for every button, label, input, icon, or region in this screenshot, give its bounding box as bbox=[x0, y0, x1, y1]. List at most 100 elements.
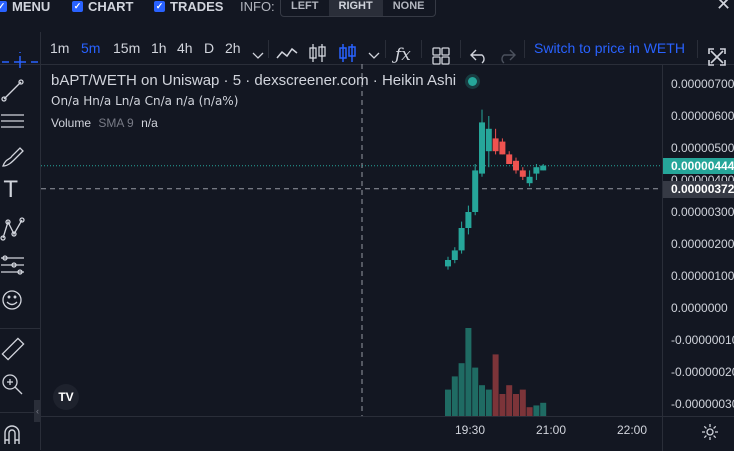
horizontal-lines-icon[interactable] bbox=[0, 108, 26, 134]
interval-4h[interactable]: 4h bbox=[177, 32, 193, 64]
volume-sma-label: SMA 9 bbox=[98, 116, 134, 130]
info-right-option[interactable]: RIGHT bbox=[328, 0, 383, 16]
menu-label: MENU bbox=[12, 0, 51, 14]
chart-legend-title: bAPT/WETH on Uniswap · 5 · dexscreener.c… bbox=[51, 72, 478, 89]
trend-line-icon[interactable] bbox=[0, 78, 26, 104]
candle-body bbox=[499, 141, 506, 155]
price-tick: -0.0000001000 bbox=[671, 333, 734, 347]
candle-body bbox=[458, 228, 465, 251]
chart-checkbox-icon[interactable]: ✓ bbox=[72, 1, 83, 12]
volume-bar bbox=[499, 394, 506, 416]
candle-body bbox=[526, 176, 533, 184]
trades-label: TRADES bbox=[170, 0, 224, 14]
time-tick: 19:30 bbox=[455, 423, 486, 437]
trades-checkbox-icon[interactable]: ✓ bbox=[154, 1, 165, 12]
volume-bar bbox=[540, 402, 547, 416]
ohlc-values: On/a Hn/a Ln/a Cn/a n/a (n/a%) bbox=[51, 94, 239, 108]
candle-body bbox=[472, 170, 479, 212]
candle-body bbox=[479, 122, 485, 174]
volume-bar bbox=[465, 328, 472, 416]
chart-settings-corner bbox=[662, 416, 734, 451]
chart-pane[interactable]: bAPT/WETH on Uniswap · 5 · dexscreener.c… bbox=[41, 64, 662, 416]
settings-gear-icon[interactable] bbox=[701, 423, 719, 441]
candle-body bbox=[445, 260, 451, 267]
pattern-icon[interactable] bbox=[0, 216, 26, 242]
brush-icon[interactable] bbox=[0, 144, 26, 170]
divider bbox=[385, 40, 386, 58]
volume-bar bbox=[472, 367, 479, 416]
candle-body bbox=[492, 138, 499, 152]
trades-toggle[interactable]: ✓ TRADES bbox=[154, 0, 223, 14]
tradingview-logo: TV bbox=[53, 384, 79, 410]
chart-label: CHART bbox=[88, 0, 134, 14]
interval-15m[interactable]: 15m bbox=[113, 32, 140, 64]
divider bbox=[0, 328, 40, 329]
text-tool-icon[interactable]: T bbox=[4, 178, 30, 204]
volume-label: Volume bbox=[51, 116, 92, 130]
layout-grid-icon[interactable] bbox=[432, 47, 450, 65]
interval-5m[interactable]: 5m bbox=[81, 32, 100, 64]
info-label: INFO: bbox=[240, 0, 275, 14]
current-price-label: 0.000004447 bbox=[663, 158, 734, 174]
chart-toolbar: 1m 5m 15m 1h 4h D 2h ƒx Switch to price … bbox=[0, 16, 734, 80]
divider bbox=[421, 40, 422, 58]
emoji-icon[interactable] bbox=[0, 288, 26, 314]
price-tick: 0.000005000 bbox=[671, 141, 734, 155]
time-axis[interactable]: 19:30 21:00 22:00 bbox=[41, 416, 662, 451]
volume-value: n/a bbox=[141, 116, 158, 130]
volume-bar bbox=[485, 389, 492, 416]
ruler-icon[interactable] bbox=[0, 336, 26, 362]
top-bar: ✓ MENU ✓ CHART ✓ TRADES INFO: LEFT RIGHT… bbox=[0, 0, 734, 17]
menu-toggle[interactable]: ✓ MENU bbox=[0, 0, 50, 14]
volume-bar bbox=[479, 385, 485, 416]
volume-bar bbox=[492, 354, 499, 416]
switch-to-weth-button[interactable]: Switch to price in WETH bbox=[534, 32, 685, 64]
info-left-option[interactable]: LEFT bbox=[281, 0, 329, 16]
volume-bar bbox=[445, 389, 451, 416]
undo-icon[interactable] bbox=[470, 48, 488, 64]
price-tick: 0.000007000 bbox=[671, 77, 734, 91]
price-tick: 0.000001000 bbox=[671, 269, 734, 283]
divider bbox=[460, 40, 461, 58]
line-chart-icon[interactable] bbox=[276, 44, 298, 64]
indicators-icon[interactable]: ƒx bbox=[395, 45, 411, 65]
heikin-ashi-icon[interactable] bbox=[338, 42, 358, 66]
divider bbox=[524, 40, 525, 58]
price-tick: 0.000002000 bbox=[671, 237, 734, 251]
zoom-in-icon[interactable] bbox=[0, 372, 26, 398]
interval-D[interactable]: D bbox=[204, 32, 214, 64]
candle-body bbox=[540, 165, 547, 171]
time-tick: 22:00 bbox=[617, 423, 648, 437]
chart-toggle[interactable]: ✓ CHART bbox=[72, 0, 134, 14]
volume-bar bbox=[533, 405, 540, 416]
divider bbox=[268, 40, 269, 58]
magnet-icon[interactable] bbox=[0, 422, 26, 448]
interval-1m[interactable]: 1m bbox=[50, 32, 69, 64]
price-tick: 0.0000000 bbox=[671, 301, 728, 315]
candles-icon[interactable] bbox=[308, 42, 328, 66]
interval-1h[interactable]: 1h bbox=[151, 32, 167, 64]
volume-bar bbox=[458, 363, 465, 416]
price-tick: -0.0000002000 bbox=[671, 365, 734, 379]
volume-bar bbox=[519, 389, 526, 416]
interval-chevron-down-icon[interactable] bbox=[252, 52, 264, 60]
drawing-tools-panel: T ‹ bbox=[0, 64, 41, 450]
info-none-option[interactable]: NONE bbox=[383, 0, 435, 16]
prediction-icon[interactable] bbox=[0, 252, 26, 278]
candle-body bbox=[506, 154, 513, 164]
close-icon[interactable]: ✕ bbox=[716, 0, 731, 15]
volume-bar bbox=[526, 407, 533, 416]
info-segmented-control: LEFT RIGHT NONE bbox=[280, 0, 436, 17]
divider bbox=[0, 412, 34, 413]
time-tick: 21:00 bbox=[536, 423, 567, 437]
divider bbox=[697, 40, 698, 58]
interval-2h[interactable]: 2h bbox=[225, 32, 241, 64]
menu-checkbox-icon[interactable]: ✓ bbox=[0, 1, 7, 12]
collapse-panel-icon[interactable]: ‹ bbox=[34, 400, 41, 422]
market-status-dot bbox=[468, 76, 478, 86]
price-axis[interactable]: 0.000007000 0.000006000 0.000005000 0.00… bbox=[662, 64, 734, 416]
price-tick: 0.000003000 bbox=[671, 205, 734, 219]
chart-type-chevron-down-icon[interactable] bbox=[368, 52, 380, 60]
redo-icon[interactable] bbox=[498, 48, 516, 64]
crosshair-price-label: 0.000003727 bbox=[663, 181, 734, 198]
